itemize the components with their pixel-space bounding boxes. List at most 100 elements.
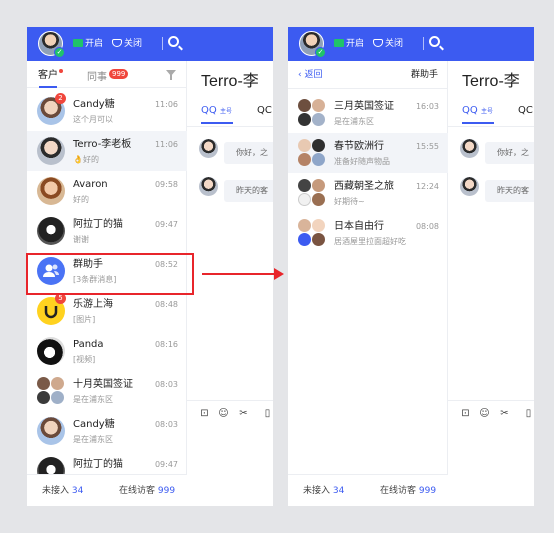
contact-name: 阿拉丁的猫	[73, 459, 123, 470]
pending-count: 34	[71, 486, 84, 496]
chat-open-icon	[73, 39, 83, 47]
group-avatar	[37, 377, 65, 405]
group-time: 12:24	[415, 182, 439, 191]
chat-title: Terro-李	[462, 73, 520, 90]
group-preview: 准备好随声物品	[334, 157, 390, 166]
back-label: 返回	[304, 70, 323, 80]
group-helper-title: 群助手	[410, 70, 438, 80]
status-footer: 未接入 34 在线访客 999	[288, 474, 448, 506]
search-icon[interactable]	[429, 36, 440, 47]
message-bubble: 你好，之	[224, 142, 273, 164]
visitors-count: 999	[418, 486, 437, 496]
tab-customers[interactable]: 客户	[38, 69, 63, 88]
phone-icon	[112, 39, 122, 47]
divider	[187, 126, 273, 127]
arrow-line	[202, 273, 276, 275]
search-icon[interactable]	[168, 36, 179, 47]
close-toggle[interactable]: 关闭	[112, 37, 142, 51]
contact-row[interactable]: Panda [视频] 08:16	[27, 331, 187, 371]
divider	[423, 37, 424, 50]
contact-preview: [图片]	[73, 315, 96, 324]
tab-qq[interactable]: QQ 主号	[462, 105, 493, 116]
avatar	[37, 137, 65, 165]
tab-qq-label: QQ	[462, 105, 478, 116]
visitors-stat[interactable]: 在线访客 999	[380, 475, 436, 506]
contact-time: 11:06	[154, 140, 178, 149]
close-label: 关闭	[385, 39, 404, 49]
visitors-label: 在线访客	[119, 486, 156, 496]
group-time: 16:03	[415, 102, 439, 111]
pending-label: 未接入	[303, 486, 331, 496]
unread-dot	[59, 69, 63, 73]
contact-row[interactable]: Candy糖 是在浦东区 08:03	[27, 411, 187, 451]
group-row[interactable]: 春节欧洲行 准备好随声物品 15:55	[288, 133, 448, 173]
contact-time: 09:47	[154, 220, 178, 229]
composer-toolbar: ⊡ ☺ ✂ ▯	[448, 400, 534, 506]
group-preview: 居酒屋里拉面超好吃	[334, 237, 406, 246]
quick-reply-icon[interactable]: ⊡	[460, 408, 471, 419]
status-footer: 未接入 34 在线访客 999	[27, 474, 187, 506]
chat-open-icon	[334, 39, 344, 47]
phone-icon	[373, 39, 383, 47]
group-avatar	[298, 219, 326, 247]
group-row[interactable]: 西藏朝圣之旅 好期待~ 12:24	[288, 173, 448, 213]
contact-tabs: 客户 同事 999	[27, 61, 187, 88]
group-row[interactable]: 日本自由行 居酒屋里拉面超好吃 08:08	[288, 213, 448, 253]
group-row[interactable]: 三月英国签证 是在浦东区 16:03	[288, 93, 448, 133]
chat-pane: Terro-李 QQ 主号 QC 你好，之 昨天的客 ⊡ ☺ ✂ ▯	[448, 61, 534, 506]
composer-toolbar: ⊡ ☺ ✂ ▯	[187, 400, 273, 506]
sender-avatar	[460, 139, 479, 158]
visitors-stat[interactable]: 在线访客 999	[119, 475, 175, 506]
contact-row[interactable]: Terro-李老板 👌好的 11:06	[27, 131, 187, 171]
more-icon[interactable]: ▯	[262, 408, 273, 419]
tab-qq[interactable]: QQ 主号	[201, 105, 232, 116]
agent-avatar[interactable]: ✓	[38, 31, 65, 58]
active-tab-indicator	[462, 122, 494, 124]
more-icon[interactable]: ▯	[523, 408, 534, 419]
contact-row[interactable]: 十月英国签证 是在浦东区 08:03	[27, 371, 187, 411]
agent-avatar[interactable]: ✓	[299, 31, 326, 58]
group-name: 春节欧洲行	[334, 141, 384, 152]
contact-row[interactable]: 2 Candy糖 这个月可以 11:06	[27, 91, 187, 131]
tab-qc[interactable]: QC	[518, 105, 533, 116]
emoji-icon[interactable]: ☺	[479, 408, 490, 419]
contact-preview: 这个月可以	[73, 115, 113, 124]
quick-reply-icon[interactable]: ⊡	[199, 408, 210, 419]
online-check-icon: ✓	[54, 47, 65, 58]
close-toggle[interactable]: 关闭	[373, 37, 403, 51]
contact-row[interactable]: 5 乐游上海 [图片] 08:48	[27, 291, 187, 331]
contact-row[interactable]: 阿拉丁的猫 谢谢 09:47	[27, 211, 187, 251]
group-list: ‹ 返回 群助手 三月英国签证 是在浦东区 16:03 春节欧洲行 准备好随声物…	[288, 61, 448, 506]
filter-icon[interactable]	[166, 70, 176, 80]
avatar	[37, 337, 65, 365]
arrow-right-icon	[274, 268, 284, 280]
scissors-icon[interactable]: ✂	[499, 408, 510, 419]
divider	[448, 126, 534, 127]
contact-time: 08:03	[154, 420, 178, 429]
group-name: 西藏朝圣之旅	[334, 181, 394, 192]
tab-qq-tag: 主号	[480, 108, 493, 115]
group-avatar	[298, 139, 326, 167]
avatar	[37, 417, 65, 445]
pending-stat[interactable]: 未接入 34	[303, 475, 344, 506]
tab-colleagues[interactable]: 同事 999	[87, 69, 129, 85]
avatar	[37, 217, 65, 245]
active-tab-indicator	[201, 122, 233, 124]
open-toggle[interactable]: 开启	[73, 37, 103, 51]
unread-badge: 2	[55, 93, 66, 104]
open-label: 开启	[346, 39, 365, 49]
back-button[interactable]: ‹ 返回	[298, 69, 323, 82]
pending-count: 34	[332, 486, 345, 496]
group-name: 日本自由行	[334, 221, 384, 232]
pending-stat[interactable]: 未接入 34	[42, 475, 83, 506]
contact-name: Avaron	[73, 179, 108, 190]
scissors-icon[interactable]: ✂	[238, 408, 249, 419]
tab-qc[interactable]: QC	[257, 105, 272, 116]
visitors-label: 在线访客	[380, 486, 417, 496]
emoji-icon[interactable]: ☺	[218, 408, 229, 419]
open-toggle[interactable]: 开启	[334, 37, 364, 51]
group-header: ‹ 返回 群助手	[288, 61, 448, 89]
message-bubble: 昨天的客	[224, 180, 273, 202]
contact-row[interactable]: Avaron 好的 09:58	[27, 171, 187, 211]
tab-customers-label: 客户	[38, 70, 58, 81]
